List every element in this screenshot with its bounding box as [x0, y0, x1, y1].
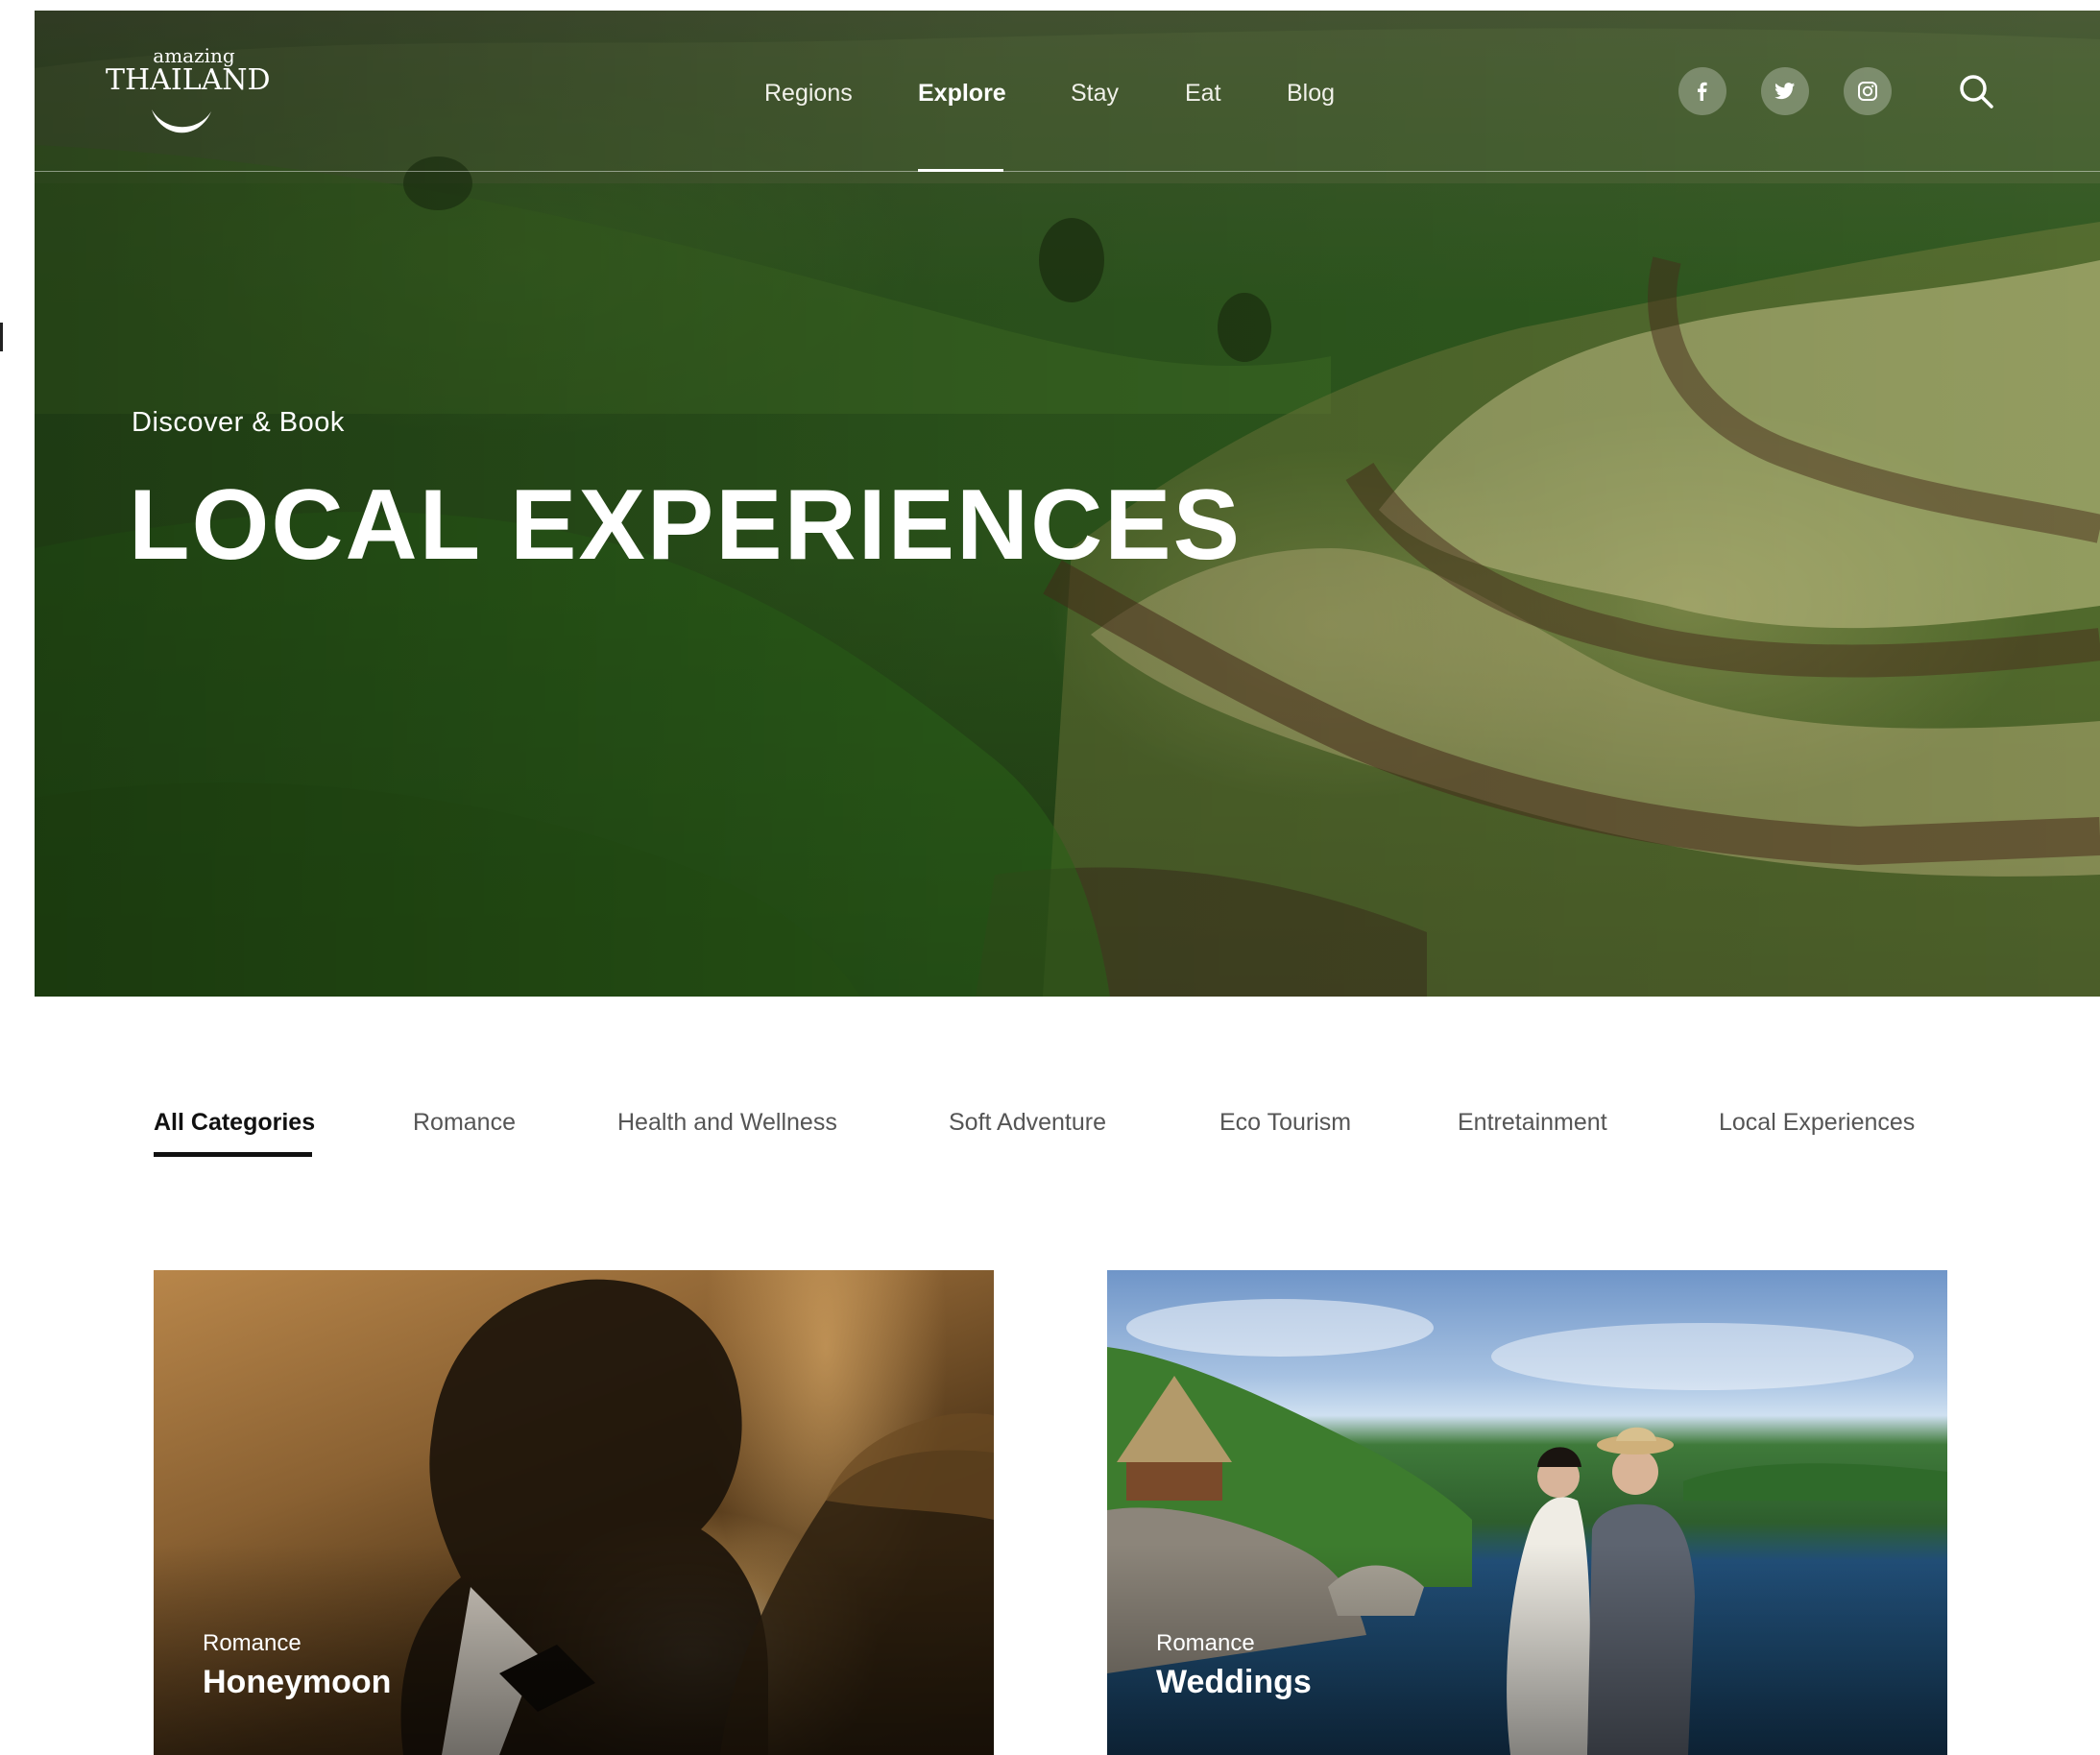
tab-soft-adventure[interactable]: Soft Adventure: [949, 1109, 1106, 1137]
nav-item-stay[interactable]: Stay: [1071, 80, 1119, 108]
tab-all-categories[interactable]: All Categories: [154, 1109, 315, 1137]
nav-active-indicator: [918, 169, 1003, 172]
logo-wordmark: THAILAND: [106, 63, 271, 97]
nav-item-explore[interactable]: Explore: [918, 80, 1006, 108]
hero-kicker: Discover & Book: [132, 407, 345, 438]
twitter-icon: [1774, 83, 1796, 100]
tab-local-experiences[interactable]: Local Experiences: [1719, 1109, 1915, 1137]
experience-card-weddings[interactable]: Romance Weddings: [1107, 1270, 1947, 1755]
card-category: Romance: [1156, 1630, 1255, 1656]
instagram-icon: [1858, 82, 1877, 101]
logo-smile-icon: [152, 109, 211, 133]
search-icon: [1960, 75, 1993, 108]
twitter-button[interactable]: [1761, 67, 1809, 115]
hero-title: LOCAL EXPERIENCES: [129, 469, 1242, 581]
tab-romance[interactable]: Romance: [413, 1109, 516, 1137]
facebook-icon: [1698, 82, 1707, 101]
tab-active-indicator: [154, 1152, 312, 1157]
nav-item-eat[interactable]: Eat: [1185, 80, 1221, 108]
facebook-button[interactable]: [1678, 67, 1726, 115]
card-category: Romance: [203, 1630, 302, 1656]
amazing-thailand-logo[interactable]: amazing THAILAND: [106, 44, 271, 140]
instagram-button[interactable]: [1844, 67, 1892, 115]
nav-divider: [35, 171, 2100, 172]
experience-card-honeymoon[interactable]: Romance Honeymoon: [154, 1270, 994, 1755]
nav-item-regions[interactable]: Regions: [764, 80, 853, 108]
tab-eco-tourism[interactable]: Eco Tourism: [1219, 1109, 1351, 1137]
card-title: Honeymoon: [203, 1664, 392, 1700]
tab-entertainment[interactable]: Entretainment: [1458, 1109, 1607, 1137]
text-cursor-mark: [0, 323, 3, 351]
card-title: Weddings: [1156, 1664, 1312, 1700]
search-button[interactable]: [1957, 72, 1995, 110]
nav-item-blog[interactable]: Blog: [1287, 80, 1335, 108]
tab-health-and-wellness[interactable]: Health and Wellness: [617, 1109, 837, 1137]
